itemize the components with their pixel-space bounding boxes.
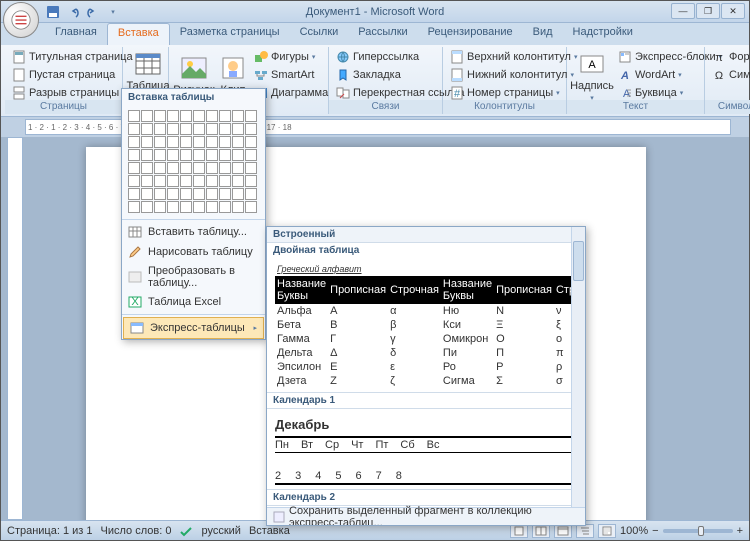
ribbon-tabs: Главная Вставка Разметка страницы Ссылки… [1,23,749,45]
wordart-icon: A [618,68,632,82]
save-selection-icon [273,511,285,523]
group-headerfooter-label: Колонтитулы [443,100,566,114]
qat-menu-icon[interactable]: ▾ [105,4,121,20]
vertical-ruler[interactable] [7,137,23,520]
quick-access-toolbar: ▾ [45,4,121,20]
insert-table-item[interactable]: Вставить таблицу... [122,222,265,242]
gallery-item-cal2[interactable]: Календарь 2 [267,489,585,506]
header-icon [450,50,464,64]
tab-view[interactable]: Вид [523,23,563,45]
zoom-out-button[interactable]: − [652,525,658,537]
zoom-slider[interactable] [663,529,733,533]
ribbon: Титульная страница▾ Пустая страница Разр… [1,45,749,117]
close-button[interactable]: ✕ [721,3,745,19]
equation-icon: π [712,50,726,64]
gallery-item-cal1[interactable]: Календарь 1 [267,392,585,409]
save-icon[interactable] [45,4,61,20]
textbox-button[interactable]: AНадпись▾ [571,48,613,104]
tab-home[interactable]: Главная [45,23,107,45]
zoom-level[interactable]: 100% [620,525,648,537]
excel-icon: X [128,295,142,309]
crossref-icon [336,86,350,100]
svg-text:A: A [588,59,596,71]
pencil-icon [128,245,142,259]
gallery-preview-cal1[interactable]: Декабрь ПнВтСрЧтПтСбВс 1 2345678 [267,409,585,489]
maximize-button[interactable]: ❐ [696,3,720,19]
textbox-icon: A [578,50,606,78]
gallery-footer[interactable]: Сохранить выделенный фрагмент в коллекци… [267,507,585,525]
shapes-icon [254,50,268,64]
dropdown-header: Вставка таблицы [122,89,265,106]
excel-table-item[interactable]: XТаблица Excel [122,292,265,312]
convert-icon [128,270,142,284]
group-links-label: Связи [329,100,442,114]
status-language[interactable]: русский [201,525,240,537]
table-size-grid[interactable] [122,106,265,217]
gallery-scrollbar[interactable] [571,227,585,507]
view-draft-icon[interactable] [598,524,616,538]
tab-mailings[interactable]: Рассылки [348,23,417,45]
smartart-icon [254,68,268,82]
header-button[interactable]: Верхний колонтитул▾ [447,48,580,65]
status-page[interactable]: Страница: 1 из 1 [7,525,93,537]
smartart-button[interactable]: SmartArt [251,66,331,83]
svg-text:π: π [715,52,723,64]
chevron-right-icon: ▸ [253,324,257,332]
clipart-icon [219,54,247,82]
status-mode[interactable]: Вставка [249,525,290,537]
quicktable-icon [130,321,144,335]
picture-icon [180,54,208,82]
dropcap-icon: A [618,86,632,100]
status-proof-icon[interactable] [179,524,193,538]
convert-table-item: Преобразовать в таблицу... [122,262,265,292]
tab-references[interactable]: Ссылки [290,23,349,45]
equation-button[interactable]: πФормула▾ [709,48,750,65]
svg-text:#: # [454,88,461,100]
symbol-button[interactable]: ΩСимвол▾ [709,66,750,83]
tab-layout[interactable]: Разметка страницы [170,23,290,45]
group-pages-label: Страницы [5,100,122,114]
hyperlink-icon [336,50,350,64]
gallery-preview-greek[interactable]: Греческий алфавит Название БуквыПрописна… [267,258,585,392]
quick-tables-item[interactable]: Экспресс-таблицы▸ [123,317,264,339]
window-title: Документ1 - Microsoft Word [306,6,444,18]
page-icon [12,50,26,64]
footer-icon [450,68,464,82]
symbol-icon: Ω [712,68,726,82]
tab-insert[interactable]: Вставка [107,23,170,45]
table-dropdown: Вставка таблицы Вставить таблицу... Нари… [121,88,266,340]
table-icon [134,50,162,78]
table-small-icon [128,225,142,239]
bookmark-icon [336,68,350,82]
gallery-item-double[interactable]: Двойная таблица [267,243,585,258]
quickparts-icon [618,50,632,64]
quick-tables-gallery: Встроенный Двойная таблица Греческий алф… [266,226,586,526]
status-words[interactable]: Число слов: 0 [101,525,172,537]
pagenum-icon: # [450,86,464,100]
pagenum-button[interactable]: #Номер страницы▾ [447,84,580,101]
tab-review[interactable]: Рецензирование [418,23,523,45]
redo-icon[interactable] [85,4,101,20]
undo-icon[interactable] [65,4,81,20]
page-break-icon [12,86,26,100]
tab-addins[interactable]: Надстройки [563,23,643,45]
shapes-button[interactable]: Фигуры▾ [251,48,331,65]
group-text-label: Текст [567,100,704,114]
group-symbols-label: Символы [705,100,750,114]
gallery-section-builtin: Встроенный [267,227,585,243]
svg-text:A: A [620,70,629,82]
draw-table-item[interactable]: Нарисовать таблицу [122,242,265,262]
office-button[interactable] [3,2,39,38]
footer-button[interactable]: Нижний колонтитул▾ [447,66,580,83]
zoom-in-button[interactable]: + [737,525,743,537]
minimize-button[interactable]: — [671,3,695,19]
blank-page-icon [12,68,26,82]
svg-text:X: X [131,296,139,308]
svg-text:Ω: Ω [715,70,723,82]
